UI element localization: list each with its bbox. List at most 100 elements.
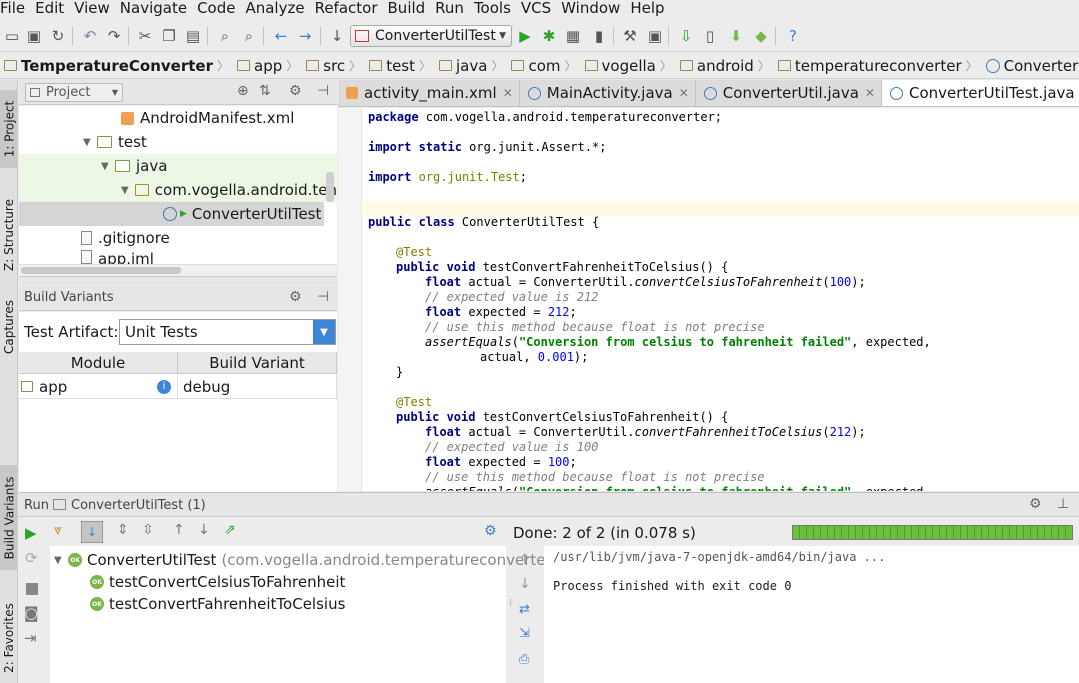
hide-panel-icon[interactable]: ⊣ (317, 83, 329, 99)
breadcrumb-item[interactable]: TemperatureConverter 〉 (0, 57, 233, 75)
info-icon[interactable]: i (157, 379, 171, 394)
save-icon[interactable]: ▣ (24, 25, 44, 47)
menu-code[interactable]: Code (197, 0, 241, 17)
stop-rerun-icon[interactable]: ⟳ (25, 549, 38, 567)
scrollbar-thumb[interactable] (21, 267, 181, 274)
expand-all-icon[interactable]: ⇕ (117, 522, 129, 538)
menu-edit[interactable]: Edit (35, 0, 70, 17)
back-icon[interactable]: ← (271, 25, 291, 47)
tree-item-package[interactable]: ▼ com.vogella.android.ten (19, 178, 337, 202)
forward-icon[interactable]: → (295, 25, 315, 47)
tab-main-activity[interactable]: MainActivity.java ✕ (520, 80, 696, 106)
tab-converter-util[interactable]: ConverterUtil.java ✕ (696, 80, 882, 106)
menu-build[interactable]: Build (388, 0, 432, 17)
tree-item-gitignore[interactable]: .gitignore (81, 226, 170, 250)
scroll-from-source-icon[interactable]: ⊕ (237, 83, 249, 99)
tab-favorites[interactable]: 2: Favorites (0, 595, 18, 681)
up-icon[interactable]: ↑ (519, 552, 531, 568)
settings-icon[interactable]: ⚙ (484, 523, 497, 539)
attach-debugger-icon[interactable]: ▮ (589, 25, 609, 47)
menu-file[interactable]: File (0, 0, 31, 17)
menu-help[interactable]: Help (630, 0, 670, 17)
breadcrumb-item[interactable]: app 〉 (233, 57, 302, 75)
avd-manager-icon[interactable]: ▯ (700, 25, 720, 47)
hide-panel-icon[interactable]: ⊥ (1057, 496, 1069, 512)
menu-tools[interactable]: Tools (474, 0, 517, 17)
close-icon[interactable]: ✕ (679, 86, 689, 100)
breadcrumb-item[interactable]: temperatureconverter 〉 (774, 57, 982, 75)
tab-captures[interactable]: Captures (0, 290, 18, 364)
collapse-all-icon[interactable]: ⇅ (259, 83, 271, 99)
soft-wrap-icon[interactable]: ⇄ (519, 602, 530, 617)
down-icon[interactable]: ↓ (519, 576, 531, 592)
breadcrumb-item[interactable]: test 〉 (365, 57, 435, 75)
sync-icon[interactable]: ↻ (48, 25, 68, 47)
tab-converter-util-test[interactable]: ConverterUtilTest.java✕ (881, 80, 1079, 106)
menu-run[interactable]: Run (435, 0, 470, 17)
exit-icon[interactable]: ⇥ (24, 629, 37, 647)
tab-activity-main[interactable]: activity_main.xml ✕ (338, 80, 520, 106)
print-icon[interactable]: ⎙ (519, 652, 529, 667)
project-structure-icon[interactable]: ⚒ (620, 25, 640, 47)
hide-panel-icon[interactable]: ⊣ (317, 289, 329, 305)
android-monitor-icon[interactable]: ◆ (751, 25, 771, 47)
gear-icon[interactable]: ⚙ (289, 83, 302, 99)
build-variant-cell[interactable]: debug (178, 375, 337, 399)
breadcrumb-item[interactable]: android 〉 (676, 57, 774, 75)
debug-icon[interactable]: ✱ (539, 25, 559, 47)
paste-icon[interactable]: ▤ (183, 25, 203, 47)
menu-analyze[interactable]: Analyze (245, 0, 310, 17)
close-icon[interactable]: ✕ (865, 86, 875, 100)
console-output[interactable]: /usr/lib/jvm/java-7-openjdk-amd64/bin/ja… (544, 546, 1079, 683)
filter-icon[interactable]: ⩔ (54, 522, 62, 538)
tab-structure[interactable]: Z: Structure (0, 190, 18, 280)
rerun-icon[interactable]: ▶ (25, 524, 37, 542)
breadcrumb-item[interactable]: vogella 〉 (581, 57, 676, 75)
tree-item-manifest[interactable]: AndroidManifest.xml (121, 106, 294, 130)
splitter-handle[interactable]: ⁞ (509, 598, 512, 609)
copy-icon[interactable]: ❐ (159, 25, 179, 47)
menu-view[interactable]: View (74, 0, 116, 17)
tree-item-java[interactable]: ▼ java (19, 154, 337, 178)
breadcrumb-item[interactable]: com 〉 (507, 57, 580, 75)
coverage-icon[interactable]: ▦ (563, 25, 583, 47)
replace-icon[interactable]: ⌕ (239, 25, 259, 47)
gear-icon[interactable]: ⚙ (1029, 496, 1042, 512)
horizontal-scrollbar[interactable] (19, 264, 337, 276)
help-icon[interactable]: ? (783, 25, 803, 47)
test-row[interactable]: OK testConvertFahrenheitToCelsius (90, 593, 345, 615)
tree-item-converterutiltest[interactable]: ▶ ConverterUtilTest (19, 202, 324, 226)
run-icon[interactable]: ▶ (515, 25, 535, 47)
menu-window[interactable]: Window (561, 0, 626, 17)
open-folder-icon[interactable]: ▭ (2, 25, 22, 47)
sdk-icon[interactable]: ⬇ (726, 25, 746, 47)
project-view-select[interactable]: Project ▼ (25, 83, 123, 102)
menu-refactor[interactable]: Refactor (315, 0, 384, 17)
gear-icon[interactable]: ⚙ (289, 289, 302, 305)
test-suite-row[interactable]: ▼ OK ConverterUtilTest (com.vogella.andr… (54, 549, 552, 571)
module-cell[interactable]: app i (19, 375, 178, 399)
sdk-manager-icon[interactable]: ▣ (645, 25, 665, 47)
gradle-sync-icon[interactable]: ⇩ (676, 25, 696, 47)
menu-navigate[interactable]: Navigate (120, 0, 193, 17)
cut-icon[interactable]: ✂ (135, 25, 155, 47)
export-icon[interactable]: ⇗ (224, 522, 236, 538)
run-config-select[interactable]: ConverterUtilTest ▼ (350, 25, 512, 47)
tab-build-variants[interactable]: Build Variants (0, 465, 18, 570)
menu-vcs[interactable]: VCS (521, 0, 557, 17)
run-config-tab[interactable]: ConverterUtilTest (1) (71, 498, 206, 513)
vertical-scrollbar-thumb[interactable] (326, 172, 334, 202)
code-editor[interactable]: package com.vogella.android.temperaturec… (338, 108, 1079, 491)
next-failed-icon[interactable]: ↓ (198, 522, 210, 538)
tab-project[interactable]: 1: Project (0, 90, 18, 168)
make-project-icon[interactable]: ↓ (327, 25, 347, 47)
collapse-all-icon[interactable]: ⇳ (142, 522, 154, 538)
sort-icon[interactable]: ↓ (81, 521, 103, 543)
close-icon[interactable]: ✕ (503, 86, 513, 100)
breadcrumb-item[interactable]: java 〉 (435, 57, 507, 75)
undo-icon[interactable]: ↶ (80, 25, 100, 47)
scroll-end-icon[interactable]: ⇲ (519, 626, 530, 641)
breadcrumb-item[interactable]: ConverterUtilTest (982, 57, 1079, 75)
breadcrumb-item[interactable]: src 〉 (302, 57, 365, 75)
test-row[interactable]: OK testConvertCelsiusToFahrenheit (90, 571, 345, 593)
